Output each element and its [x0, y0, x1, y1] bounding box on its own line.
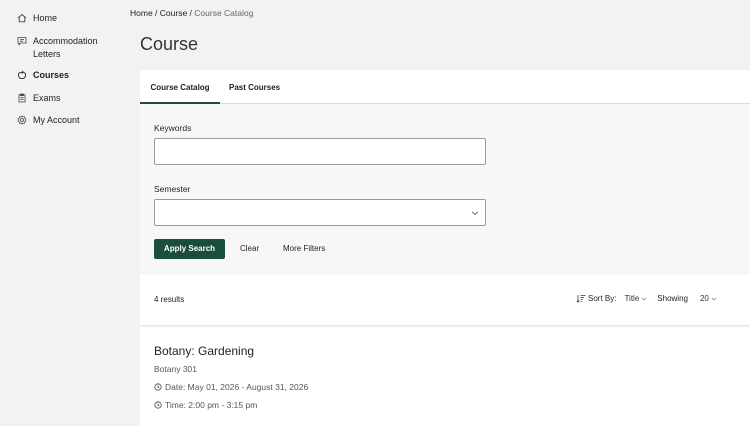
chevron-down-icon	[471, 209, 479, 217]
more-filters-button[interactable]: More Filters	[283, 239, 325, 259]
sidebar-item-accommodation-letters[interactable]: Accommodation Letters	[17, 35, 113, 61]
search-form: Keywords Semester Apply Search Clear Mor…	[140, 104, 750, 273]
sort-icon	[576, 294, 588, 303]
apple-icon	[17, 70, 27, 80]
sort-by-label: Sort By:	[588, 294, 617, 303]
sort-by-value: Title	[624, 294, 640, 303]
sidebar: Home Accommodation Letters Courses Exams…	[0, 0, 130, 426]
results-count: 4 results	[154, 295, 185, 304]
course-title-link[interactable]: Botany: Gardening	[154, 344, 254, 358]
results-toolbar: 4 results Sort By: Title Showing 20	[140, 274, 750, 326]
sidebar-item-label: Accommodation Letters	[33, 36, 98, 59]
tab-course-catalog[interactable]: Course Catalog	[140, 70, 220, 104]
sort-controls: Sort By: Title Showing 20	[576, 294, 717, 303]
search-panel: Course Catalog Past Courses Keywords Sem…	[140, 70, 750, 273]
keywords-label: Keywords	[154, 123, 192, 133]
sort-by-select[interactable]: Title	[624, 294, 647, 303]
course-code: Botany 301	[154, 364, 198, 374]
breadcrumb: Home / Course / Course Catalog	[130, 8, 253, 18]
sidebar-item-label: Exams	[33, 93, 61, 103]
chevron-down-icon	[641, 296, 647, 302]
page-size-value: 20	[699, 294, 709, 303]
clipboard-icon	[17, 93, 27, 103]
clear-button[interactable]: Clear	[240, 239, 259, 259]
course-card: Botany: Gardening Botany 301 Date: May 0…	[140, 327, 750, 426]
breadcrumb-current: Course Catalog	[194, 8, 254, 18]
breadcrumb-course-link[interactable]: Course	[160, 8, 187, 18]
semester-select[interactable]	[154, 199, 486, 226]
clock-icon	[154, 383, 162, 391]
showing-label: Showing	[657, 294, 688, 303]
sidebar-item-my-account[interactable]: My Account	[17, 114, 113, 127]
course-time: Time: 2:00 pm - 3:15 pm	[154, 400, 257, 410]
sidebar-item-home[interactable]: Home	[17, 12, 113, 25]
gear-icon	[17, 115, 27, 125]
semester-label: Semester	[154, 184, 191, 194]
sidebar-item-courses[interactable]: Courses	[17, 69, 113, 82]
clock-icon	[154, 401, 162, 409]
message-icon	[17, 36, 27, 46]
sidebar-item-label: My Account	[33, 115, 80, 125]
sidebar-item-exams[interactable]: Exams	[17, 92, 113, 105]
apply-search-button[interactable]: Apply Search	[154, 239, 225, 259]
sidebar-item-label: Home	[33, 13, 58, 23]
course-time-text: Time: 2:00 pm - 3:15 pm	[165, 400, 258, 410]
home-icon	[17, 13, 27, 23]
sidebar-item-label: Courses	[33, 70, 70, 80]
tab-bar: Course Catalog Past Courses	[140, 70, 750, 104]
tab-past-courses[interactable]: Past Courses	[229, 70, 280, 104]
course-date: Date: May 01, 2026 - August 31, 2026	[154, 382, 308, 392]
keywords-input[interactable]	[154, 138, 486, 165]
chevron-down-icon	[711, 296, 717, 302]
breadcrumb-home-link[interactable]: Home	[130, 8, 153, 18]
breadcrumb-separator: /	[152, 8, 160, 18]
page-size-select[interactable]: 20	[700, 294, 717, 303]
course-date-text: Date: May 01, 2026 - August 31, 2026	[165, 382, 309, 392]
page-title: Course	[140, 34, 199, 54]
